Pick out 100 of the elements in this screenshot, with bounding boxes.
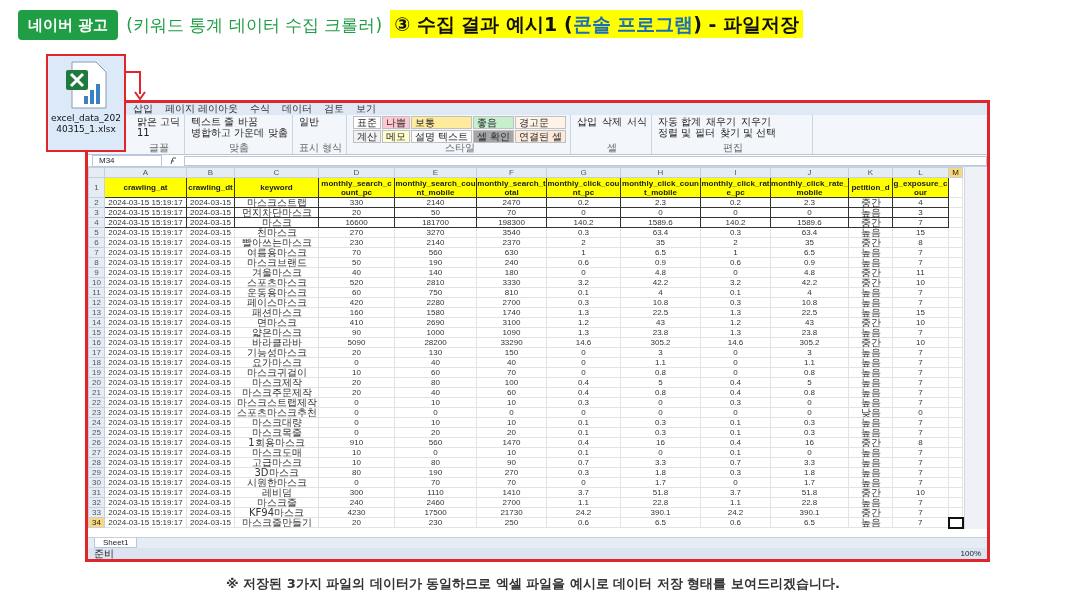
row-number[interactable]: 5	[88, 227, 105, 238]
ribbon-button[interactable]: 11	[137, 127, 181, 138]
row-number[interactable]: 3	[88, 207, 105, 218]
row-number[interactable]: 31	[88, 487, 105, 498]
table-cell: 1090	[476, 327, 547, 338]
row-number[interactable]: 6	[88, 237, 105, 248]
cell-style-swatch[interactable]: 보통	[410, 116, 472, 129]
ribbon-button[interactable]: 맑은 고딕	[137, 116, 181, 127]
spreadsheet-file-icon	[64, 60, 108, 110]
row-number[interactable]: 29	[88, 467, 105, 478]
ribbon-button[interactable]: 텍스트 줄 바꿈	[191, 116, 288, 127]
ribbon-tab[interactable]: 삽입	[133, 103, 153, 115]
row-number[interactable]: 25	[88, 427, 105, 438]
table-cell: 3.3	[620, 457, 701, 468]
table-cell: 2024-03-15 15:19:17	[104, 257, 187, 268]
ribbon-button[interactable]: 삽입	[577, 116, 598, 127]
row-number[interactable]: 32	[88, 497, 105, 508]
table-cell: 2024-03-15	[186, 307, 235, 318]
ribbon-button[interactable]: 찾기 및 선택	[719, 127, 776, 138]
table-cell: 0	[620, 447, 701, 458]
row-number[interactable]: 14	[88, 317, 105, 328]
row-number[interactable]: 12	[88, 297, 105, 308]
table-cell: 2024-03-15 15:19:17	[104, 367, 187, 378]
column-header[interactable]: F	[476, 167, 547, 178]
file-icon[interactable]: excel_data_20240315_1.xlsx	[46, 54, 126, 152]
table-cell: 6.5	[770, 247, 849, 258]
cell-style-swatch[interactable]: 좋음	[472, 116, 515, 129]
cell-style-swatch[interactable]: 나쁨	[381, 116, 410, 129]
row-number[interactable]: 17	[88, 347, 105, 358]
select-all-corner[interactable]	[88, 167, 105, 178]
table-cell: 160	[318, 307, 395, 318]
column-header[interactable]: K	[848, 167, 893, 178]
ribbon-button[interactable]: 일반	[298, 116, 342, 127]
ribbon-button[interactable]: 채우기	[706, 116, 737, 127]
ribbon-button[interactable]: 병합하고 가운데 맞춤	[191, 127, 288, 138]
row-number[interactable]: 16	[88, 337, 105, 348]
ribbon-tab[interactable]: 페이지 레이아웃	[165, 103, 239, 115]
row-number[interactable]: 30	[88, 477, 105, 488]
row-number[interactable]: 28	[88, 457, 105, 468]
cell-style-swatch[interactable]: 표준	[352, 116, 381, 129]
function-icon[interactable]	[168, 156, 178, 165]
row-number[interactable]: 23	[88, 407, 105, 418]
row-number[interactable]: 11	[88, 287, 105, 298]
row-number[interactable]: 19	[88, 367, 105, 378]
ribbon-button[interactable]: 자동 합계	[658, 116, 702, 127]
table-cell: 10	[892, 487, 949, 498]
formula-field[interactable]	[184, 155, 987, 166]
row-number[interactable]: 7	[88, 247, 105, 258]
row-number[interactable]: 18	[88, 357, 105, 368]
column-header[interactable]: L	[892, 167, 949, 178]
row-number[interactable]: 4	[88, 217, 105, 228]
row-number[interactable]: 26	[88, 437, 105, 448]
row-number[interactable]: 20	[88, 377, 105, 388]
row-number[interactable]: 2	[88, 197, 105, 208]
vertical-scrollbar[interactable]	[963, 167, 987, 529]
row-number[interactable]: 15	[88, 327, 105, 338]
column-header[interactable]: I	[700, 167, 771, 178]
ribbon-button[interactable]: 삭제	[602, 116, 623, 127]
ribbon-group-label: 편집	[722, 143, 745, 153]
row-number[interactable]: 13	[88, 307, 105, 318]
column-header[interactable]: D	[318, 167, 395, 178]
name-box[interactable]: M34	[92, 154, 162, 167]
row-number[interactable]: 9	[88, 267, 105, 278]
row-number[interactable]: 21	[88, 387, 105, 398]
column-header[interactable]: M	[948, 167, 963, 178]
cell-style-swatch[interactable]: 설명 텍스트	[410, 130, 472, 143]
column-header[interactable]: H	[620, 167, 701, 178]
table-cell: 2024-03-15 15:19:17	[104, 397, 187, 408]
ribbon-button[interactable]: 정렬 및 필터	[658, 127, 715, 138]
ribbon-button[interactable]: 지우기	[741, 116, 772, 127]
cell-style-swatch[interactable]: 연결된 셀	[515, 130, 567, 143]
column-header[interactable]: B	[186, 167, 235, 178]
row-number[interactable]: 34	[88, 517, 105, 528]
table-cell: 1.8	[620, 467, 701, 478]
ribbon-button[interactable]: 서식	[627, 116, 648, 127]
row-number[interactable]: 10	[88, 277, 105, 288]
cell-style-swatch[interactable]: 계산	[352, 130, 381, 143]
row-number[interactable]: 27	[88, 447, 105, 458]
ribbon-tab[interactable]: 검토	[324, 103, 345, 115]
cell-style-swatch[interactable]: 셀 확인	[472, 130, 515, 143]
cell-style-swatch[interactable]: 메모	[381, 130, 410, 143]
table-cell: 0.4	[546, 437, 621, 448]
row-number[interactable]: 22	[88, 397, 105, 408]
table-cell: 2024-03-15	[186, 437, 235, 448]
column-header[interactable]: A	[104, 167, 187, 178]
row-number[interactable]: 8	[88, 257, 105, 268]
column-header[interactable]: G	[546, 167, 621, 178]
row-number[interactable]: 1	[88, 177, 105, 198]
active-cell[interactable]	[948, 517, 963, 528]
column-header[interactable]: C	[234, 167, 319, 178]
row-number[interactable]: 33	[88, 507, 105, 518]
ribbon-tab[interactable]: 데이터	[282, 103, 313, 115]
column-header[interactable]: J	[770, 167, 849, 178]
table-cell: 51.8	[620, 487, 701, 498]
row-number[interactable]: 24	[88, 417, 105, 428]
ribbon-tab[interactable]: 수식	[250, 103, 271, 115]
table-cell: 2140	[394, 197, 477, 208]
column-header[interactable]: E	[394, 167, 477, 178]
cell-style-swatch[interactable]: 경고문	[515, 116, 567, 129]
ribbon-tab[interactable]: 보기	[356, 103, 377, 115]
